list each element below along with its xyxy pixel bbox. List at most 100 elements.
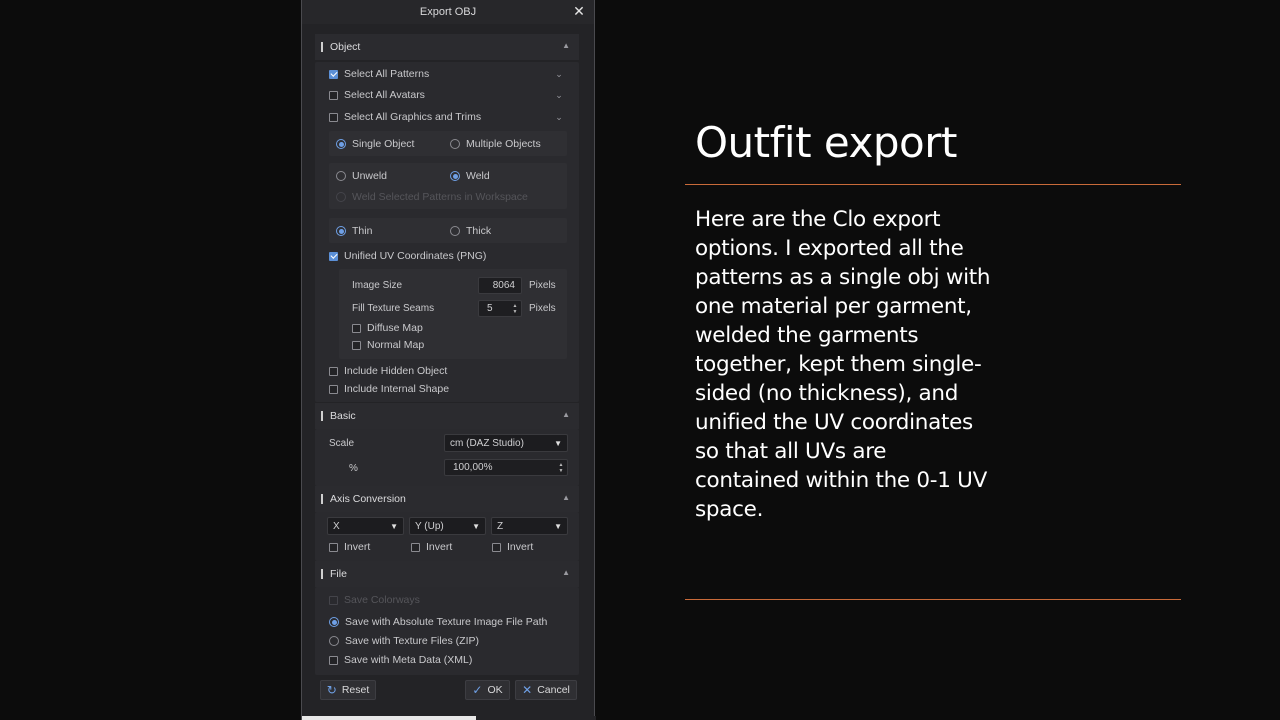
image-size-value: 8064 [492,280,515,291]
cancel-button[interactable]: ✕ Cancel [515,680,577,700]
diffuse-map-row[interactable]: Diffuse Map [352,320,423,336]
weld-selected-radio [336,192,346,202]
save-meta-row[interactable]: Save with Meta Data (XML) [329,652,472,668]
invert-z-checkbox[interactable] [492,542,501,552]
save-absolute-row[interactable]: Save with Absolute Texture Image File Pa… [329,614,547,630]
ok-button[interactable]: ✓ OK [465,680,510,700]
axis-y-dropdown[interactable]: Y (Up) ▼ [409,517,486,535]
select-all-graphics-label: Select All Graphics and Trims [344,111,482,123]
unweld-radio[interactable] [336,171,346,181]
save-texture-zip-radio[interactable] [329,636,339,646]
section-title-basic: Basic [330,410,356,422]
image-size-input[interactable]: 8064 [478,277,522,294]
include-internal-row[interactable]: Include Internal Shape [329,381,449,397]
section-title-file: File [330,568,347,580]
chevron-down-icon[interactable]: ⌄ [553,68,565,80]
weld-label: Weld [466,170,490,182]
include-hidden-row[interactable]: Include Hidden Object [329,363,447,379]
select-all-avatars-row[interactable]: Select All Avatars [329,87,425,103]
dialog-titlebar[interactable]: Export OBJ ✕ [302,0,594,24]
diffuse-map-checkbox[interactable] [352,323,361,333]
include-hidden-label: Include Hidden Object [344,365,448,377]
chevron-up-icon[interactable]: ▲ [562,41,570,50]
chevron-up-icon[interactable]: ▲ [562,410,570,419]
select-all-graphics-checkbox[interactable] [329,112,338,122]
invert-y-row[interactable]: Invert [411,539,452,555]
unified-uv-row[interactable]: Unified UV Coordinates (PNG) [329,248,486,264]
check-icon: ✓ [472,683,483,697]
dialog-title: Export OBJ [419,6,477,18]
multiple-objects-option[interactable]: Multiple Objects [450,136,541,152]
invert-x-label: Invert [344,541,371,553]
normal-map-label: Normal Map [367,339,425,351]
invert-z-row[interactable]: Invert [492,539,533,555]
unweld-option[interactable]: Unweld [336,168,387,184]
section-header-axis[interactable]: Axis Conversion ▲ [315,486,579,512]
fill-seams-stepper[interactable]: 5 ▲ ▼ [478,300,522,317]
section-marker [321,411,323,421]
select-all-graphics-row[interactable]: Select All Graphics and Trims [329,109,481,125]
bottom-edge [302,716,596,720]
select-all-patterns-row[interactable]: Select All Patterns [329,66,429,82]
invert-x-checkbox[interactable] [329,542,338,552]
save-absolute-radio[interactable] [329,617,339,627]
section-title-object: Object [330,41,361,53]
caret-down-icon: ▼ [390,522,398,531]
weld-option[interactable]: Weld [450,168,490,184]
section-header-object[interactable]: Object ▲ [315,34,579,60]
stepper-arrows-icon[interactable]: ▲ ▼ [557,460,565,475]
diffuse-map-label: Diffuse Map [367,322,423,334]
select-all-patterns-checkbox[interactable] [329,69,338,79]
axis-z-dropdown[interactable]: Z ▼ [491,517,568,535]
reset-button[interactable]: ↻ Reset [320,680,376,700]
section-title-axis: Axis Conversion [330,493,406,505]
invert-x-row[interactable]: Invert [329,539,370,555]
weld-selected-label: Weld Selected Patterns in Workspace [352,191,528,203]
save-absolute-label: Save with Absolute Texture Image File Pa… [345,616,548,628]
percent-value: 100,00% [453,462,493,473]
thin-option[interactable]: Thin [336,223,372,239]
single-object-label: Single Object [352,138,415,150]
normal-map-checkbox[interactable] [352,340,361,350]
save-meta-label: Save with Meta Data (XML) [344,654,473,666]
close-icon[interactable]: ✕ [571,3,587,19]
bottom-divider [685,599,1181,600]
invert-z-label: Invert [507,541,534,553]
include-hidden-checkbox[interactable] [329,366,338,376]
select-all-avatars-checkbox[interactable] [329,90,338,100]
include-internal-checkbox[interactable] [329,384,338,394]
slide-body: Here are the Clo export options. I expor… [695,207,991,522]
thick-radio[interactable] [450,226,460,236]
image-size-unit: Pixels [529,280,556,291]
invert-y-checkbox[interactable] [411,542,420,552]
stepper-arrows-icon[interactable]: ▲ ▼ [511,301,519,316]
section-header-file[interactable]: File ▲ [315,561,579,587]
single-object-radio[interactable] [336,139,346,149]
fill-seams-value: 5 [487,303,493,314]
save-colorways-label: Save Colorways [344,594,420,606]
percent-stepper[interactable]: 100,00% ▲ ▼ [444,459,568,476]
scale-dropdown[interactable]: cm (DAZ Studio) ▼ [444,434,568,452]
chevron-up-icon[interactable]: ▲ [562,568,570,577]
multiple-objects-radio[interactable] [450,139,460,149]
axis-x-dropdown[interactable]: X ▼ [327,517,404,535]
chevron-down-icon[interactable]: ⌄ [553,111,565,123]
reset-label: Reset [341,684,370,696]
chevron-down-icon[interactable]: ⌄ [553,89,565,101]
axis-z-value: Z [497,520,504,532]
save-texture-zip-row[interactable]: Save with Texture Files (ZIP) [329,633,479,649]
save-meta-checkbox[interactable] [329,655,338,665]
multiple-objects-label: Multiple Objects [466,138,541,150]
thick-option[interactable]: Thick [450,223,491,239]
normal-map-row[interactable]: Normal Map [352,337,424,353]
thin-radio[interactable] [336,226,346,236]
unified-uv-checkbox[interactable] [329,251,338,261]
axis-x-value: X [333,520,340,532]
section-marker [321,42,323,52]
chevron-up-icon[interactable]: ▲ [562,493,570,502]
dialog-body: Object ▲ Select All Patterns ⌄ Select Al… [302,24,596,720]
save-texture-zip-label: Save with Texture Files (ZIP) [345,635,480,647]
single-object-option[interactable]: Single Object [336,136,414,152]
section-header-basic[interactable]: Basic ▲ [315,403,579,429]
weld-radio[interactable] [450,171,460,181]
